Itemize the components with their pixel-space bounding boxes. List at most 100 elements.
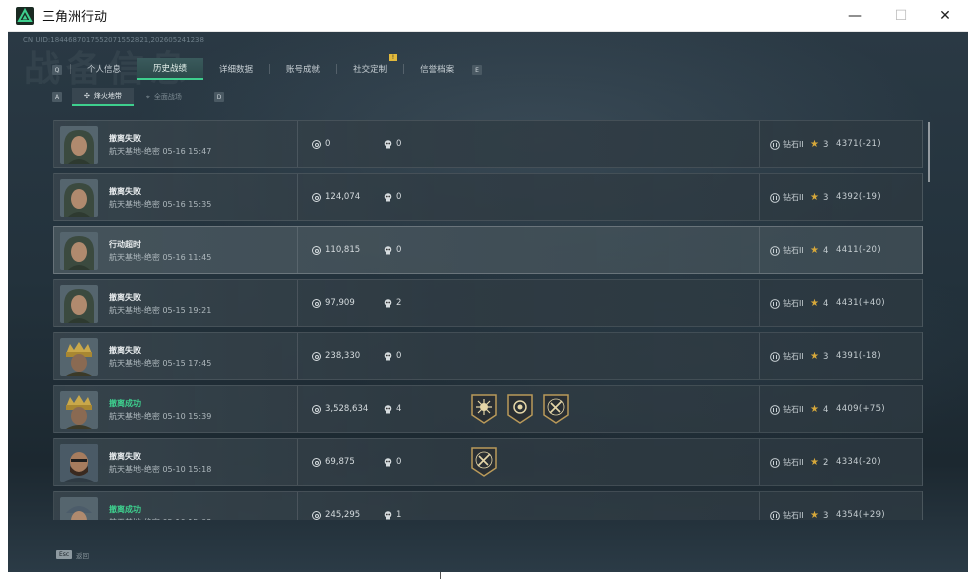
score-change: 4431(+40) — [836, 298, 885, 308]
match-record-row[interactable]: 撤离失败 航天基地-绝密 05-15 17:45 238,330 0 钻石II ★ 3 439… — [53, 332, 923, 380]
star-count: ★ 4 — [810, 245, 828, 256]
row-divider — [297, 333, 298, 379]
coin-icon — [312, 404, 321, 414]
tab-social-custom[interactable]: 社交定制 — [337, 58, 403, 80]
star-icon: ★ — [810, 298, 819, 309]
row-divider — [297, 439, 298, 485]
map-name: 航天基地-绝密 — [109, 147, 160, 156]
match-time: 05-16 11:45 — [162, 253, 212, 262]
maximize-button[interactable]: ☐ — [878, 0, 924, 32]
minimize-button[interactable]: — — [832, 0, 878, 32]
rifle-medal-icon[interactable] — [470, 446, 498, 482]
tab-credit-record[interactable]: 信誉档案 — [404, 58, 470, 80]
row-divider — [297, 174, 298, 220]
star-icon: ★ — [810, 245, 819, 256]
map-and-time: 航天基地-绝密 05-10 15:39 — [109, 411, 211, 422]
operator-avatar — [60, 391, 98, 429]
coin-icon — [312, 245, 321, 255]
operator-avatar — [60, 232, 98, 270]
star-icon: ★ — [810, 192, 819, 203]
close-button[interactable]: ✕ — [922, 0, 968, 32]
rank-badge: 钻石II — [770, 192, 804, 203]
extracted-value: 0 — [312, 139, 330, 149]
match-record-row[interactable]: 撤离成功 航天基地-绝密 05-10 15:39 3,528,634 4 钻石II ★ 4 4… — [53, 385, 923, 433]
list-scrollbar[interactable] — [928, 122, 930, 182]
rank-label: 钻石II — [783, 246, 804, 255]
rank-icon — [770, 192, 780, 203]
star-icon: ★ — [810, 510, 819, 520]
minimize-icon: — — [848, 8, 862, 24]
rank-label: 钻石II — [783, 193, 804, 202]
subtab-prev-key-hint[interactable]: A — [52, 92, 62, 102]
rank-icon — [770, 351, 780, 362]
operator-avatar — [60, 179, 98, 217]
map-and-time: 航天基地-绝密 05-15 19:21 — [109, 305, 211, 316]
rank-icon — [770, 457, 780, 468]
star-count: ★ 4 — [810, 298, 828, 309]
tab-achievements[interactable]: 账号成就 — [270, 58, 336, 80]
coin-medal-icon[interactable] — [506, 393, 534, 429]
money-value: 245,295 — [325, 510, 361, 520]
match-history-list: 撤离失败 航天基地-绝密 05-16 15:47 0 0 钻石II ★ 3 4371(-21)… — [53, 120, 925, 520]
star-count: ★ 3 — [810, 139, 828, 150]
window-titlebar: 三角洲行动 — ☐ ✕ — [8, 0, 968, 32]
back-label[interactable]: 返回 — [76, 550, 89, 560]
row-divider — [297, 121, 298, 167]
tab-label: 详细数据 — [219, 65, 254, 75]
money-value: 3,528,634 — [325, 404, 369, 414]
money-value: 110,815 — [325, 245, 361, 255]
bottom-bar: Esc 返回 — [8, 542, 968, 572]
score-change: 4409(+75) — [836, 404, 885, 414]
sun-medal-icon[interactable] — [470, 393, 498, 429]
money-value: 124,074 — [325, 192, 361, 202]
match-record-row[interactable]: 撤离失败 航天基地-绝密 05-10 15:18 69,875 0 钻石II ★ 2 4334… — [53, 438, 923, 486]
row-divider — [759, 333, 760, 379]
rank-icon — [770, 510, 780, 520]
esc-key-hint[interactable]: Esc — [56, 550, 73, 559]
subtab-next-key-hint[interactable]: D — [214, 92, 224, 102]
map-name: 航天基地-绝密 — [109, 465, 160, 474]
close-icon: ✕ — [939, 8, 951, 24]
match-result: 撤离失败 — [109, 293, 141, 302]
rank-icon — [770, 139, 780, 150]
tab-match-history[interactable]: 历史战绩 — [137, 58, 204, 80]
rank-badge: 钻石II — [770, 245, 804, 256]
kills-value: 4 — [396, 404, 402, 414]
star-count: ★ 2 — [810, 457, 828, 468]
stars-value: 4 — [822, 404, 829, 415]
star-count: ★ 3 — [810, 192, 828, 203]
match-result: 撤离失败 — [109, 346, 141, 355]
match-record-row[interactable]: 撤离失败 航天基地-绝密 05-16 15:35 124,074 0 钻石II ★ 3 439… — [53, 173, 923, 221]
kills-value: 0 — [396, 139, 402, 149]
match-record-row[interactable]: 撤离失败 航天基地-绝密 05-16 15:47 0 0 钻石II ★ 3 4371(-21) — [53, 120, 923, 168]
star-icon: ★ — [810, 457, 819, 468]
kills-value: 0 — [396, 457, 402, 467]
subtab-hazard-zone[interactable]: ✣ 烽火地带 — [72, 88, 134, 106]
money-value: 238,330 — [325, 351, 361, 361]
row-divider — [297, 227, 298, 273]
tab-next-key-hint[interactable]: E — [472, 65, 482, 75]
subtab-label: 全面战场 — [153, 93, 182, 101]
operator-avatar — [60, 497, 98, 520]
main-tabs: 个人信息 历史战绩 详细数据 账号成就 社交定制 信誉档案 — [70, 58, 470, 80]
tab-personal-info[interactable]: 个人信息 — [71, 58, 137, 80]
extracted-value: 124,074 — [312, 192, 360, 202]
coin-icon — [312, 351, 321, 361]
row-divider — [759, 121, 760, 167]
row-divider — [297, 492, 298, 520]
star-icon: ★ — [810, 139, 819, 150]
match-record-row[interactable]: 撤离成功航天基地-绝密 05-10 15:03 245,295 1 钻石II ★3 435… — [53, 491, 923, 520]
skull-icon — [384, 457, 392, 466]
subtab-full-battlefield[interactable]: ⌖ 全面战场 — [134, 88, 194, 106]
tab-prev-key-hint[interactable]: Q — [52, 65, 62, 75]
score-change: 4411(-20) — [836, 245, 881, 255]
match-time: 05-15 17:45 — [162, 359, 212, 368]
money-value: 69,875 — [325, 457, 355, 467]
map-name: 航天基地-绝密 — [109, 359, 160, 368]
medal-list — [470, 393, 570, 429]
rifle-medal-icon[interactable] — [542, 393, 570, 429]
rank-badge: 钻石II — [770, 298, 804, 309]
tab-detailed-data[interactable]: 详细数据 — [203, 58, 269, 80]
match-record-row[interactable]: 撤离失败 航天基地-绝密 05-15 19:21 97,909 2 钻石II ★ 4 4431… — [53, 279, 923, 327]
match-record-row[interactable]: 行动超时 航天基地-绝密 05-16 11:45 110,815 0 钻石II ★ 4 441… — [53, 226, 923, 274]
